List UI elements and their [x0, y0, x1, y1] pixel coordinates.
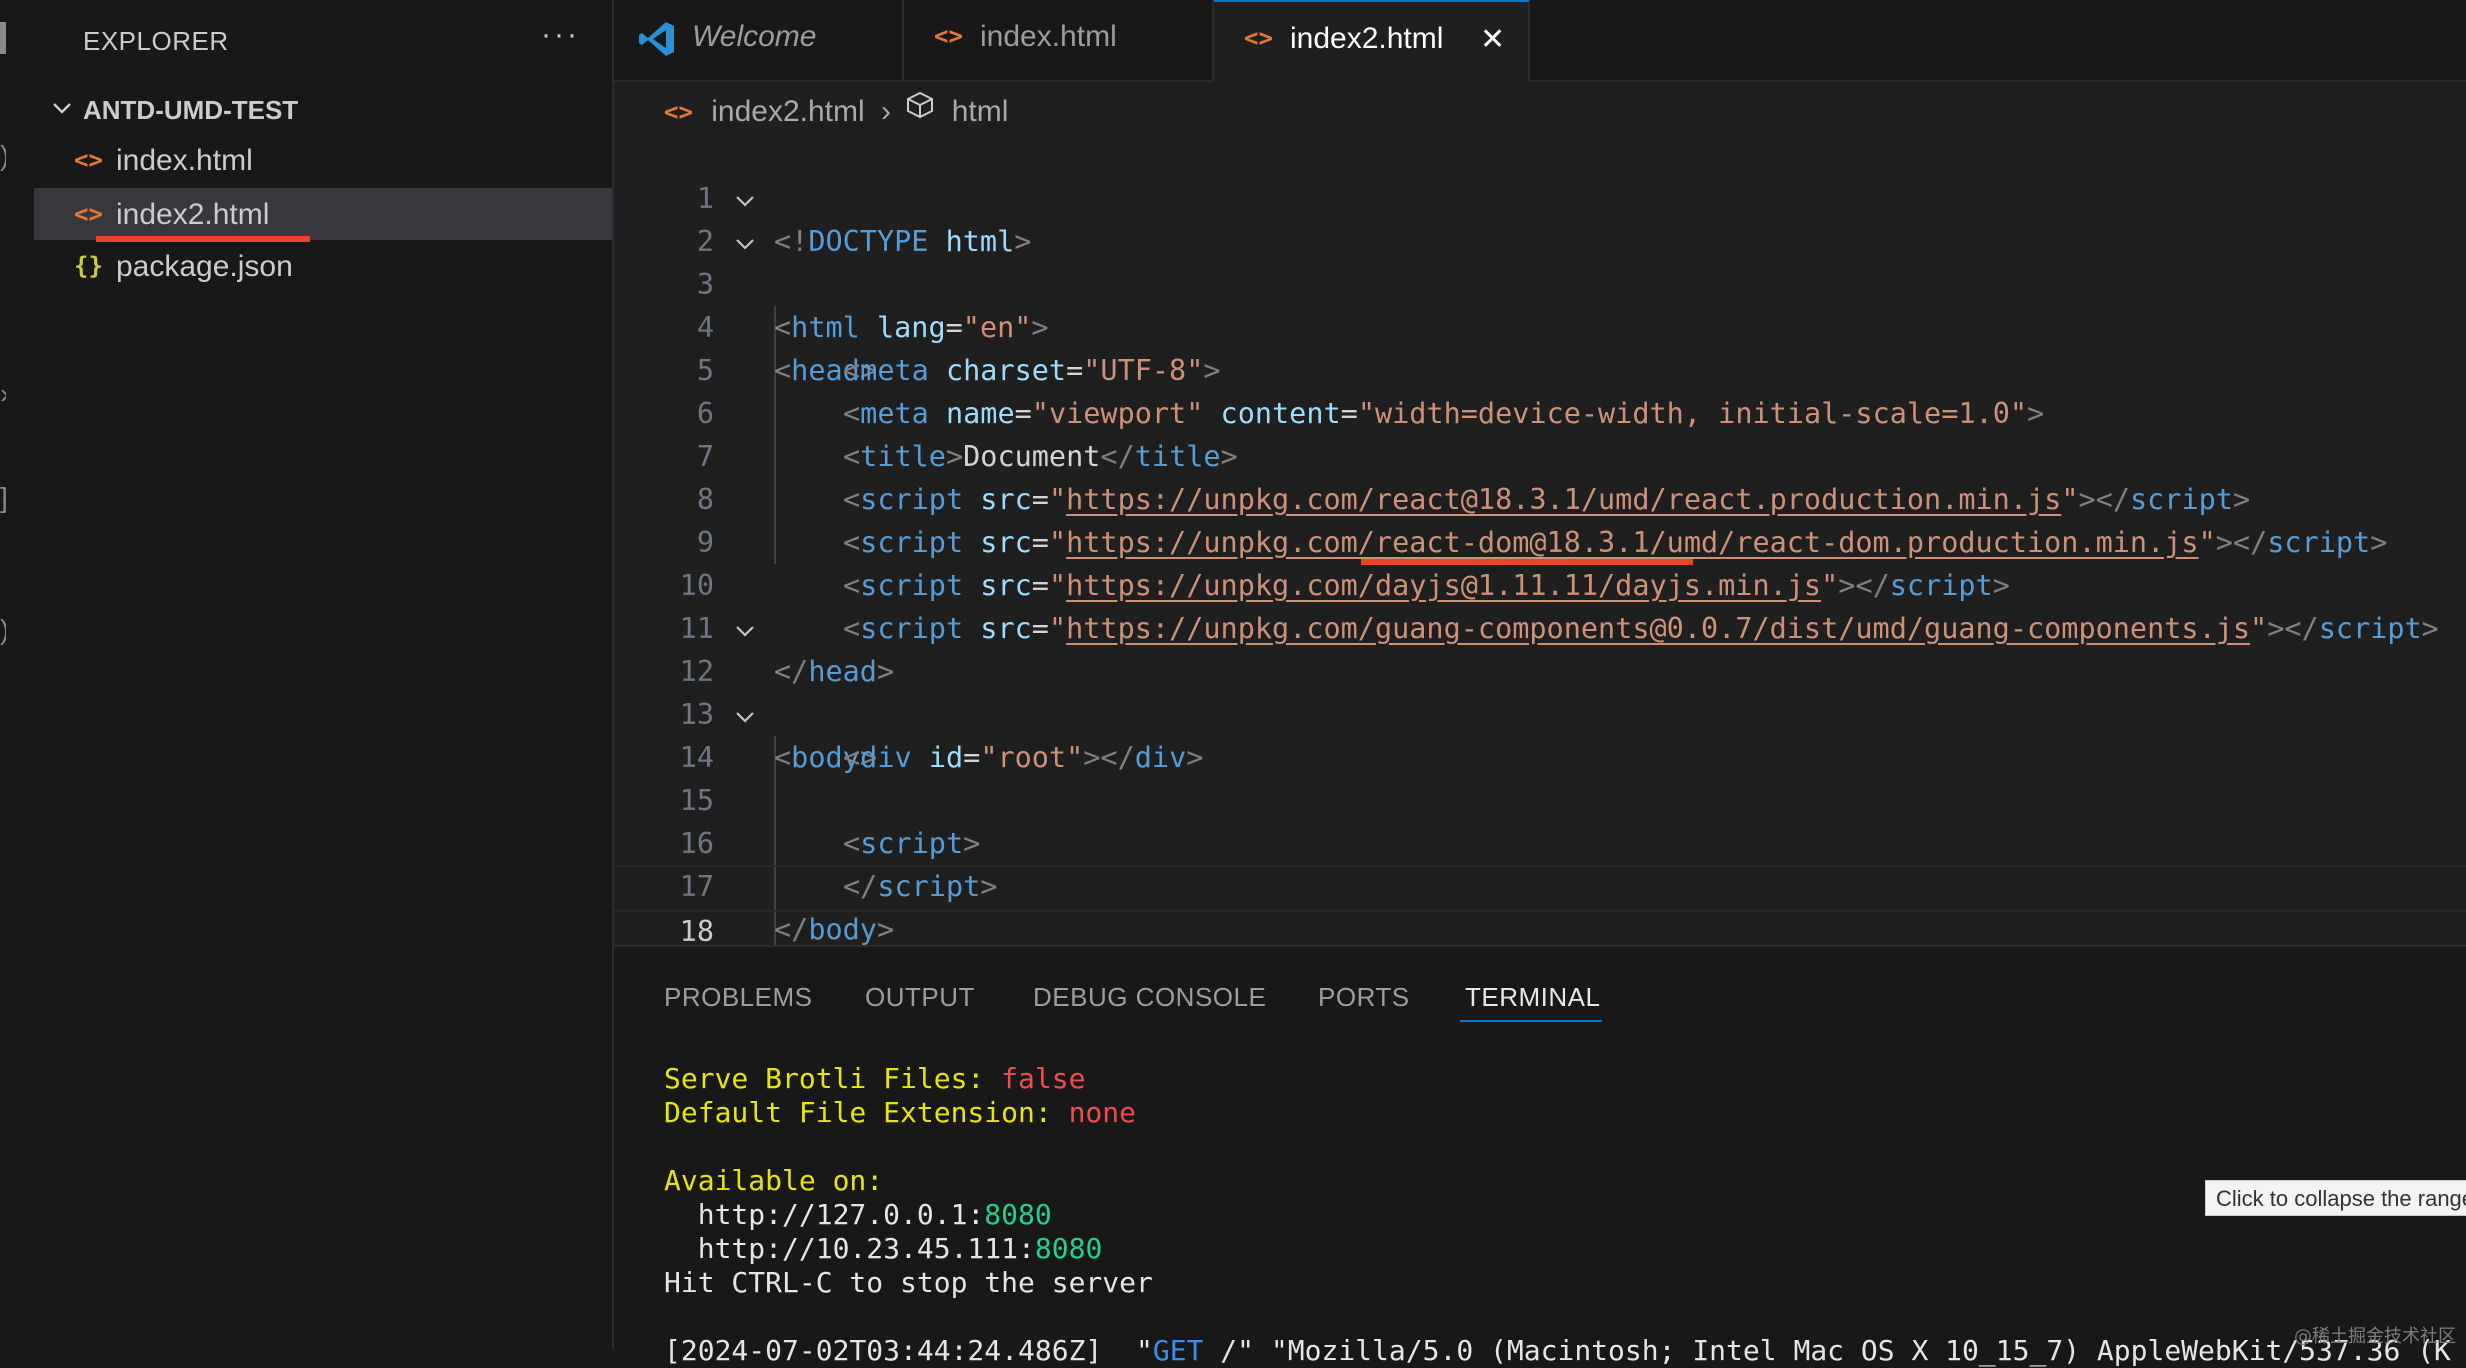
- fold-chevron-icon[interactable]: [734, 233, 756, 255]
- tab-output[interactable]: OUTPUT: [865, 982, 975, 1013]
- file-name: index2.html: [116, 198, 270, 231]
- breadcrumb-symbol[interactable]: html: [952, 95, 1009, 129]
- file-item-index-html[interactable]: <> index.html: [34, 134, 612, 186]
- watermark: @稀土掘金技术社区: [2294, 1326, 2456, 1347]
- file-name: package.json: [116, 250, 293, 283]
- code-line: 1 <!DOCTYPE html>: [614, 134, 2466, 258]
- tab-debug-console[interactable]: DEBUG CONSOLE: [1033, 982, 1266, 1013]
- tab-index-html[interactable]: <> index.html: [904, 0, 1214, 80]
- code-line: 14 <script>: [614, 693, 2466, 860]
- remote-icon[interactable]: ): [0, 614, 6, 646]
- tab-bar: Welcome <> index.html <> index2.html ✕: [614, 0, 2466, 82]
- active-tab-indicator: [1460, 1020, 1602, 1022]
- code-line: 13 <div id="root"></div>: [614, 650, 2466, 774]
- chevron-down-icon[interactable]: [48, 94, 76, 122]
- file-item-package-json[interactable]: {} package.json: [34, 240, 612, 292]
- run-debug-icon[interactable]: ›: [0, 378, 6, 410]
- folder-root[interactable]: ANTD-UMD-TEST: [34, 90, 612, 130]
- code-line: 2 <html lang="en">: [614, 177, 2466, 344]
- html-file-icon: <>: [74, 200, 103, 228]
- symbol-element-icon: [907, 91, 934, 119]
- breadcrumb: <> index2.html › html: [664, 90, 1009, 129]
- bottom-panel: PROBLEMS OUTPUT DEBUG CONSOLE PORTS TERM…: [614, 945, 2466, 1367]
- tab-problems[interactable]: PROBLEMS: [664, 982, 813, 1013]
- vscode-logo-icon: [639, 22, 674, 56]
- code-line: 6 <title>Document</title>: [614, 349, 2466, 473]
- code-line: 10 <script src="https://unpkg.com/guang-…: [614, 521, 2466, 645]
- file-name: index.html: [116, 144, 253, 177]
- terminal-output[interactable]: Serve Brotli Files: false Default File E…: [664, 1062, 2451, 1368]
- html-file-icon: <>: [934, 22, 963, 50]
- code-line: 5 <meta name="viewport" content="width=d…: [614, 306, 2466, 430]
- tab-label: Welcome: [692, 20, 817, 53]
- code-line: 4 <meta charset="UTF-8">: [614, 263, 2466, 387]
- explorer-sidebar: EXPLORER ··· ANTD-UMD-TEST <> index.html…: [34, 0, 614, 1350]
- explorer-title: EXPLORER: [83, 26, 229, 56]
- json-file-icon: {}: [74, 252, 103, 280]
- tab-welcome[interactable]: Welcome: [614, 0, 904, 80]
- code-line: 16 </script>: [614, 779, 2466, 903]
- breadcrumb-file[interactable]: index2.html: [711, 95, 864, 129]
- code-line: 15: [614, 736, 2466, 817]
- code-line-current: 18 </html>: [614, 865, 2466, 993]
- code-line: 11 </head>: [614, 564, 2466, 688]
- extensions-icon[interactable]: ]: [0, 482, 6, 514]
- code-line: 9 <script src="https://unpkg.com/dayjs@1…: [614, 478, 2466, 602]
- fold-chevron-icon[interactable]: [734, 706, 756, 728]
- fold-tooltip: Click to collapse the range.: [2205, 1180, 2466, 1216]
- code-line: 17 </body>: [614, 822, 2466, 946]
- activity-bar: ▌ ) › ] ): [0, 0, 34, 1350]
- code-line: 12 <body>: [614, 607, 2466, 774]
- more-actions-icon[interactable]: ···: [541, 18, 580, 52]
- tab-label: index2.html: [1290, 22, 1444, 55]
- file-item-index2-html[interactable]: <> index2.html: [34, 188, 612, 240]
- html-file-icon: <>: [1244, 24, 1273, 52]
- code-line: 8 <script src="https://unpkg.com/react-d…: [614, 435, 2466, 559]
- html-file-icon: <>: [664, 98, 693, 127]
- tab-label: index.html: [980, 20, 1117, 53]
- code-line: 7 <script src="https://unpkg.com/react@1…: [614, 392, 2466, 516]
- breadcrumb-separator: ›: [881, 95, 892, 129]
- fold-chevron-icon[interactable]: [734, 190, 756, 212]
- explorer-icon[interactable]: ▌: [0, 22, 6, 54]
- code-line: 3 <head>: [614, 220, 2466, 387]
- tab-terminal[interactable]: TERMINAL: [1465, 982, 1600, 1013]
- editor-area: Welcome <> index.html <> index2.html ✕ <…: [614, 0, 2466, 993]
- tab-ports[interactable]: PORTS: [1318, 982, 1410, 1013]
- tab-index2-html[interactable]: <> index2.html ✕: [1214, 0, 1530, 82]
- html-file-icon: <>: [74, 146, 103, 174]
- close-icon[interactable]: ✕: [1480, 22, 1505, 57]
- search-icon[interactable]: ): [0, 140, 6, 172]
- folder-name: ANTD-UMD-TEST: [83, 95, 299, 125]
- fold-chevron-icon[interactable]: [734, 620, 756, 642]
